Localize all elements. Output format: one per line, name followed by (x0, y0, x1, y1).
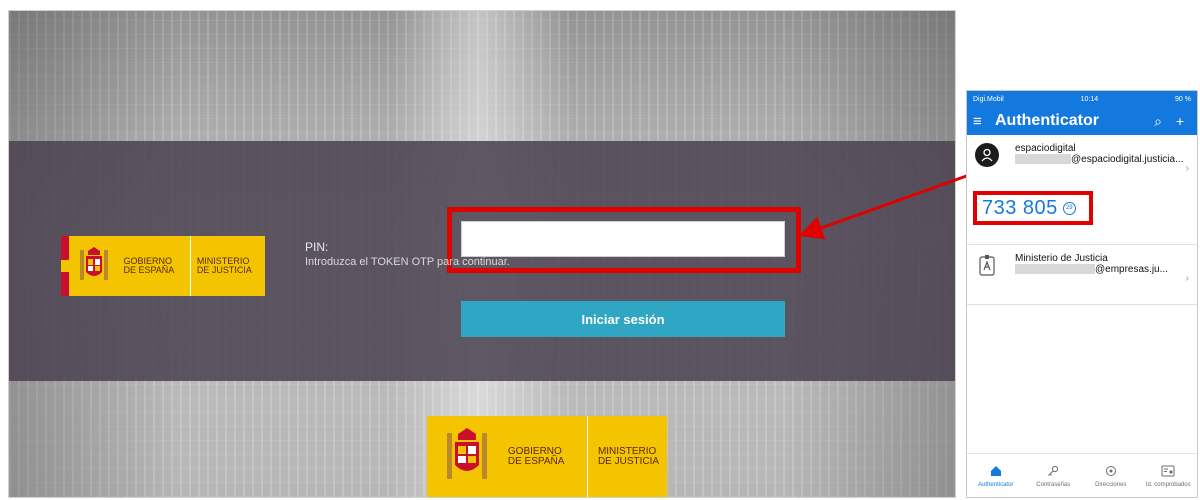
carrier-label: Digi.Mobil (973, 95, 1004, 103)
tab-verified-ids[interactable]: Id. comprobados (1140, 454, 1198, 497)
key-icon (1047, 463, 1059, 479)
location-icon (1105, 463, 1117, 479)
email-suffix: @espaciodigital.justicia... (1071, 154, 1184, 165)
badge-icon (975, 253, 999, 277)
otp-instruction: Introduzca el TOKEN OTP para continuar. (305, 256, 510, 268)
web-login-screen: GOBIERNO DE ESPAÑA MINISTERIO DE JUSTICI… (8, 10, 956, 498)
tab-label: Authenticator (978, 482, 1014, 488)
account-email: @empresas.ju... (1015, 264, 1189, 275)
home-icon (990, 463, 1002, 479)
gobierno-line-2: DE ESPAÑA (123, 265, 175, 275)
chevron-right-icon: › (1185, 273, 1189, 284)
authenticator-appbar: ≡ Authenticator ⌕ + (967, 107, 1197, 135)
account-row-ministerio[interactable]: Ministerio de Justicia @empresas.ju... › (967, 245, 1197, 305)
flag-stripe (61, 236, 69, 296)
add-icon[interactable]: + (1169, 113, 1191, 129)
red-arrow-icon (798, 172, 973, 240)
gobierno-logo-footer: GOBIERNO DE ESPAÑA MINISTERIO DE JUSTICI… (427, 416, 667, 497)
tab-addresses[interactable]: Direcciones (1082, 454, 1140, 497)
id-card-icon (1161, 463, 1175, 479)
otp-code: 733 805 (982, 196, 1058, 219)
account-row-espaciodigital[interactable]: espaciodigital @espaciodigital.justicia.… (967, 135, 1197, 245)
user-avatar-icon (975, 143, 999, 167)
account-name: espaciodigital (1015, 143, 1076, 154)
tab-label: Direcciones (1095, 482, 1127, 488)
logo-divider (586, 416, 588, 497)
logo-divider (189, 236, 191, 296)
redacted-email-prefix (1015, 154, 1071, 165)
tab-passwords[interactable]: Contraseñas (1025, 454, 1083, 497)
chevron-right-icon: › (1185, 163, 1189, 174)
account-name: Ministerio de Justicia (1015, 253, 1108, 264)
ministerio-line-2: DE JUSTICIA (196, 265, 252, 275)
email-suffix: @empresas.ju... (1095, 264, 1168, 275)
battery-label: 90 % (1175, 95, 1191, 103)
login-button[interactable]: Iniciar sesión (461, 301, 785, 337)
pin-label: PIN: (305, 240, 329, 254)
bottom-tab-bar: Authenticator Contraseñas Direcciones Id… (967, 453, 1197, 497)
tab-label: Id. comprobados (1145, 482, 1191, 488)
time-label: 10:14 (1080, 95, 1099, 103)
gobierno-line-2: DE ESPAÑA (507, 456, 565, 467)
ministerio-line-2: DE JUSTICIA (597, 456, 660, 467)
coat-of-arms-icon (427, 427, 508, 487)
phone-status-bar: Digi.Mobil 10:14 90 % (967, 91, 1197, 107)
account-email: @espaciodigital.justicia... (1015, 154, 1189, 165)
otp-timer-icon: 29 (1062, 201, 1076, 215)
coat-of-arms-icon (69, 246, 120, 286)
search-icon[interactable]: ⌕ (1147, 113, 1169, 130)
app-title: Authenticator (995, 112, 1099, 129)
screenshot-composite: GOBIERNO DE ESPAÑA MINISTERIO DE JUSTICI… (0, 0, 1200, 500)
redacted-email-prefix (1015, 264, 1095, 275)
gobierno-logo-small: GOBIERNO DE ESPAÑA MINISTERIO DE JUSTICI… (61, 236, 265, 296)
tab-authenticator[interactable]: Authenticator (967, 454, 1025, 497)
menu-icon[interactable]: ≡ (973, 113, 995, 130)
highlight-frame-otp: 733 805 29 (973, 191, 1093, 225)
tab-label: Contraseñas (1036, 482, 1071, 488)
authenticator-phone: Digi.Mobil 10:14 90 % ≡ Authenticator ⌕ … (966, 90, 1198, 498)
